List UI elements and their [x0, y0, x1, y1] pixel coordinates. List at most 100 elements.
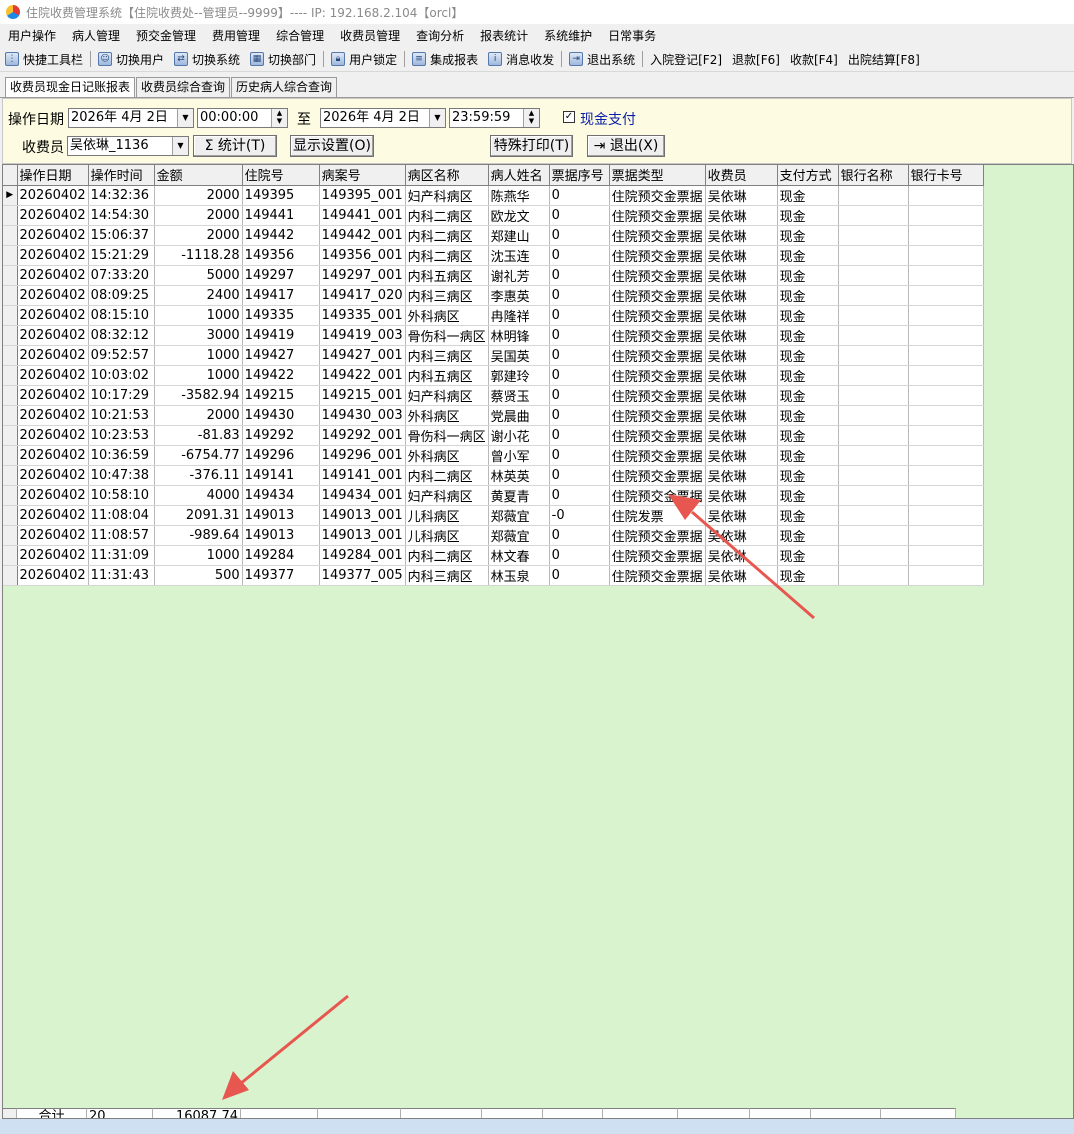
- table-cell[interactable]: 149417_020: [319, 285, 406, 306]
- table-cell[interactable]: 149284_001: [319, 545, 406, 566]
- table-cell[interactable]: 0: [549, 365, 610, 386]
- table-cell[interactable]: 149215_001: [319, 385, 406, 406]
- table-cell[interactable]: 现金: [777, 385, 839, 406]
- table-cell[interactable]: 住院预交金票据: [609, 425, 706, 446]
- refund-button[interactable]: 退款[F6]: [727, 51, 785, 68]
- table-cell[interactable]: 20260402: [17, 285, 89, 306]
- exit-button[interactable]: ⇥ 退出(X): [587, 135, 665, 157]
- table-cell[interactable]: 149430: [242, 405, 320, 426]
- table-cell[interactable]: 149335_001: [319, 305, 406, 326]
- table-cell[interactable]: 149377_005: [319, 565, 406, 586]
- table-cell[interactable]: 149292_001: [319, 425, 406, 446]
- table-cell[interactable]: 0: [549, 245, 610, 266]
- table-cell[interactable]: 0: [549, 205, 610, 226]
- table-cell[interactable]: 冉隆祥: [488, 305, 550, 326]
- table-cell[interactable]: 20260402: [17, 565, 89, 586]
- table-cell[interactable]: 住院预交金票据: [609, 445, 706, 466]
- table-cell[interactable]: 2000: [154, 185, 243, 206]
- table-cell[interactable]: 149335: [242, 305, 320, 326]
- table-cell[interactable]: [908, 525, 984, 546]
- table-cell[interactable]: 149442_001: [319, 225, 406, 246]
- column-header[interactable]: 病人姓名: [488, 165, 550, 186]
- table-cell[interactable]: 吴依琳: [705, 425, 778, 446]
- table-cell[interactable]: 住院预交金票据: [609, 285, 706, 306]
- table-row[interactable]: 20260402 15:06:37 2000 149442 149442_001 内科二病…: [3, 225, 984, 246]
- table-cell[interactable]: 内科二病区: [405, 205, 489, 226]
- table-cell[interactable]: 149013: [242, 505, 320, 526]
- table-row[interactable]: 20260402 10:17:29 -3582.94 149215 149215_001…: [3, 385, 984, 406]
- table-cell[interactable]: 15:21:29: [88, 245, 155, 266]
- menu-deposit[interactable]: 预交金管理: [128, 27, 204, 44]
- table-cell[interactable]: 500: [154, 565, 243, 586]
- table-cell[interactable]: 0: [549, 285, 610, 306]
- table-cell[interactable]: 20260402: [17, 225, 89, 246]
- table-cell[interactable]: 内科二病区: [405, 225, 489, 246]
- table-cell[interactable]: 欧龙文: [488, 205, 550, 226]
- row-indicator[interactable]: [3, 305, 18, 326]
- table-cell[interactable]: 149434_001: [319, 485, 406, 506]
- table-cell[interactable]: 妇产科病区: [405, 185, 489, 206]
- collect-button[interactable]: 收款[F4]: [785, 51, 843, 68]
- row-indicator[interactable]: [3, 385, 18, 406]
- table-cell[interactable]: 10:03:02: [88, 365, 155, 386]
- menu-user-ops[interactable]: 用户操作: [0, 27, 64, 44]
- table-cell[interactable]: 10:17:29: [88, 385, 155, 406]
- switch-dept-button[interactable]: ▦ 切换部门: [245, 51, 321, 68]
- date-to-picker[interactable]: 2026年 4月 2日 ▼: [320, 108, 446, 128]
- table-cell[interactable]: 住院预交金票据: [609, 525, 706, 546]
- table-cell[interactable]: 0: [549, 305, 610, 326]
- table-cell[interactable]: 现金: [777, 525, 839, 546]
- table-cell[interactable]: 住院预交金票据: [609, 485, 706, 506]
- table-cell[interactable]: 现金: [777, 545, 839, 566]
- table-cell[interactable]: 20260402: [17, 205, 89, 226]
- table-cell[interactable]: 吴国英: [488, 345, 550, 366]
- table-cell[interactable]: 149215: [242, 385, 320, 406]
- table-row[interactable]: 20260402 08:32:12 3000 149419 149419_003 骨伤科一…: [3, 325, 984, 346]
- table-cell[interactable]: 现金: [777, 365, 839, 386]
- table-cell[interactable]: 吴依琳: [705, 285, 778, 306]
- table-row[interactable]: 20260402 07:33:20 5000 149297 149297_001 内科五病…: [3, 265, 984, 286]
- table-cell[interactable]: 吴依琳: [705, 325, 778, 346]
- table-cell[interactable]: 20260402: [17, 185, 89, 206]
- table-cell[interactable]: 住院预交金票据: [609, 325, 706, 346]
- table-cell[interactable]: 住院预交金票据: [609, 365, 706, 386]
- table-cell[interactable]: 149395_001: [319, 185, 406, 206]
- table-cell[interactable]: 149417: [242, 285, 320, 306]
- table-cell[interactable]: [838, 205, 909, 226]
- table-cell[interactable]: 20260402: [17, 525, 89, 546]
- menu-maintenance[interactable]: 系统维护: [536, 27, 600, 44]
- table-cell[interactable]: 0: [549, 545, 610, 566]
- table-cell[interactable]: 吴依琳: [705, 245, 778, 266]
- table-cell[interactable]: 149395: [242, 185, 320, 206]
- table-cell[interactable]: -81.83: [154, 425, 243, 446]
- table-cell[interactable]: 林明锋: [488, 325, 550, 346]
- table-cell[interactable]: 2000: [154, 205, 243, 226]
- spinner-icon[interactable]: ▲ ▼: [271, 109, 287, 127]
- table-cell[interactable]: 0: [549, 345, 610, 366]
- table-cell[interactable]: 住院预交金票据: [609, 565, 706, 586]
- table-cell[interactable]: 现金: [777, 285, 839, 306]
- table-cell[interactable]: -1118.28: [154, 245, 243, 266]
- table-cell[interactable]: 5000: [154, 265, 243, 286]
- table-row[interactable]: 20260402 10:23:53 -81.83 149292 149292_001 骨伤…: [3, 425, 984, 446]
- table-row[interactable]: 20260402 14:54:30 2000 149441 149441_001 内科二病…: [3, 205, 984, 226]
- table-cell[interactable]: 骨伤科一病区: [405, 425, 489, 446]
- table-cell[interactable]: 内科三病区: [405, 345, 489, 366]
- table-cell[interactable]: 内科五病区: [405, 265, 489, 286]
- table-row[interactable]: 20260402 10:58:10 4000 149434 149434_001 妇产科病…: [3, 485, 984, 506]
- table-cell[interactable]: -3582.94: [154, 385, 243, 406]
- time-to-input[interactable]: 23:59:59 ▲ ▼: [449, 108, 540, 128]
- table-cell[interactable]: [838, 265, 909, 286]
- table-cell[interactable]: 吴依琳: [705, 365, 778, 386]
- table-cell[interactable]: [908, 305, 984, 326]
- table-cell[interactable]: 20260402: [17, 305, 89, 326]
- table-cell[interactable]: 谢小花: [488, 425, 550, 446]
- table-cell[interactable]: 现金: [777, 445, 839, 466]
- table-cell[interactable]: [908, 225, 984, 246]
- table-cell[interactable]: 郑建山: [488, 225, 550, 246]
- column-header[interactable]: 金额: [154, 165, 243, 186]
- table-cell[interactable]: 20260402: [17, 365, 89, 386]
- table-cell[interactable]: [838, 325, 909, 346]
- table-cell[interactable]: 20260402: [17, 345, 89, 366]
- table-cell[interactable]: 20260402: [17, 325, 89, 346]
